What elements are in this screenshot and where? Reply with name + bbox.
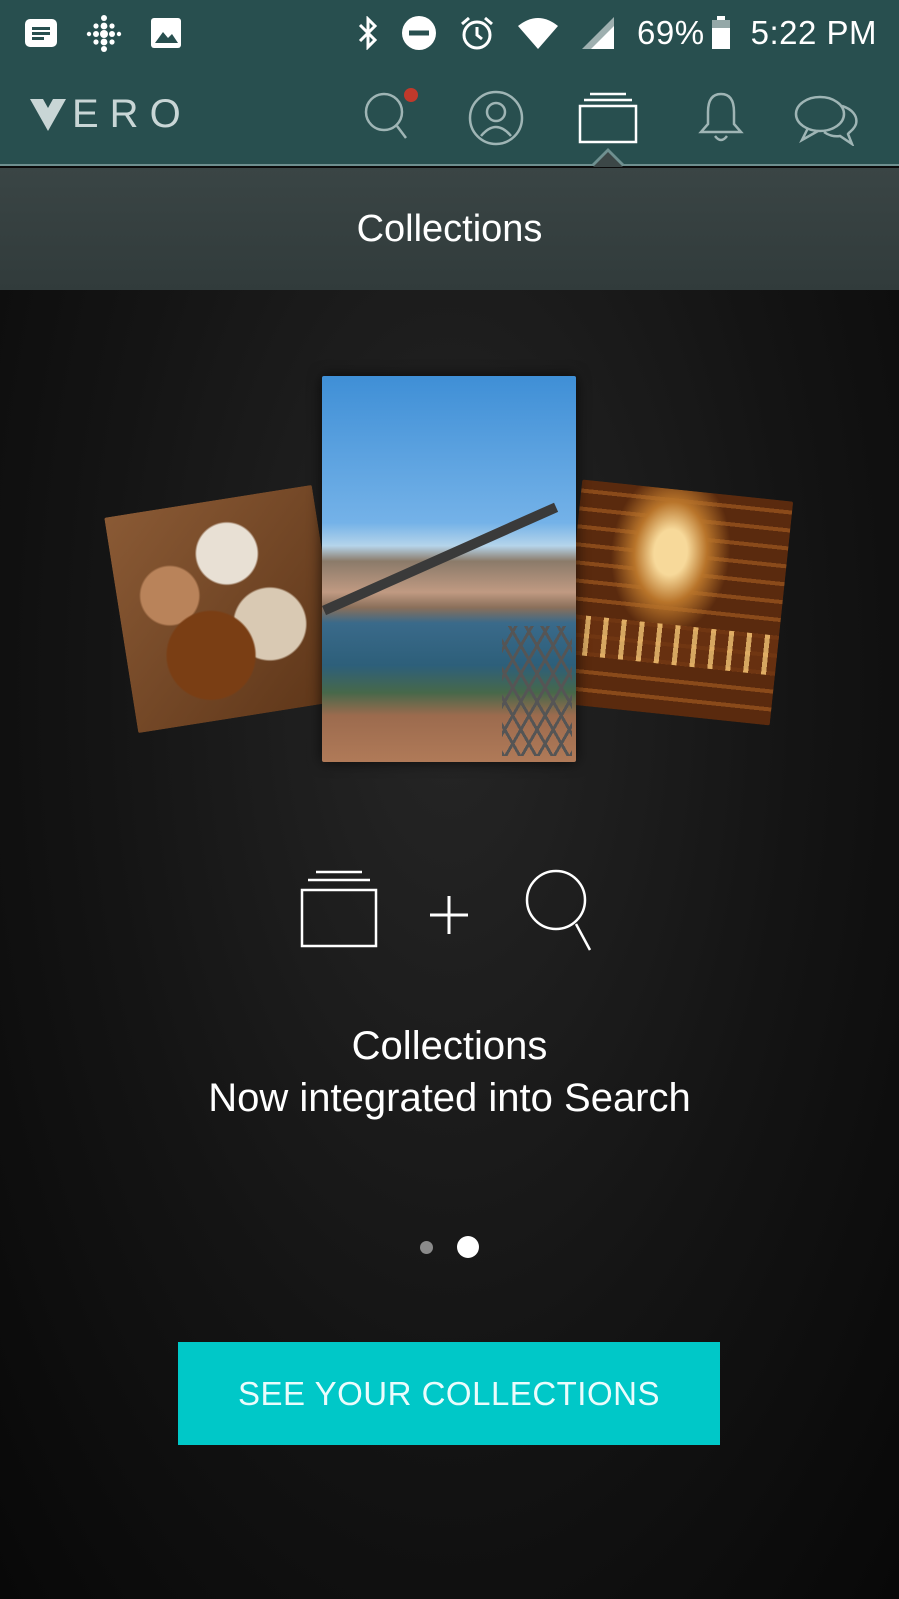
wifi-icon [518, 18, 559, 49]
battery-icon [711, 16, 730, 49]
status-bar: 69% 5:22 PM [0, 0, 899, 66]
status-left-icons [24, 14, 208, 52]
page-indicator [0, 1236, 899, 1258]
signal-icon [582, 17, 615, 49]
feature-icons [0, 868, 899, 958]
collections-large-icon [300, 870, 378, 948]
logo-v-icon [30, 98, 66, 131]
nav-tab-search[interactable] [364, 88, 418, 147]
nav-tab-notifications[interactable] [698, 90, 744, 149]
status-right-icons: 69% 5:22 PM [335, 14, 877, 52]
news-icon [25, 19, 57, 47]
page-title: Collections [356, 207, 543, 250]
nav-tab-chat[interactable] [794, 94, 860, 151]
active-tab-indicator-fill [593, 152, 623, 167]
plus-icon [430, 896, 468, 934]
image-icon [151, 18, 181, 48]
fitbit-icon [86, 15, 122, 52]
nav-bar: ERO [0, 66, 899, 166]
caption-title: Collections [351, 1024, 548, 1068]
alarm-icon [461, 16, 494, 50]
photo-detail-bridge [322, 502, 559, 616]
search-large-icon [525, 869, 592, 951]
profile-icon [468, 90, 524, 146]
vero-logo: ERO [30, 92, 192, 137]
notification-dot [404, 88, 418, 102]
photo-card-theater [558, 479, 794, 726]
see-your-collections-button[interactable]: SEE YOUR COLLECTIONS [178, 1342, 720, 1445]
battery-percent: 69% [637, 14, 705, 51]
bluetooth-icon [358, 16, 378, 50]
chat-icon [794, 95, 858, 148]
photo-card-pastries [104, 484, 346, 734]
collections-icon [578, 92, 638, 144]
notifications-icon [698, 92, 744, 142]
page-dot-2-active[interactable] [457, 1236, 479, 1258]
caption-subtitle: Now integrated into Search [208, 1076, 691, 1120]
clock: 5:22 PM [750, 14, 877, 51]
photo-detail-tower [502, 626, 572, 756]
logo-text: ERO [72, 92, 192, 136]
page-dot-1[interactable] [420, 1240, 433, 1254]
onboarding-caption: Collections Now integrated into Search [0, 1020, 899, 1124]
page-header: Collections [0, 168, 899, 290]
photo-card-city [322, 376, 576, 762]
do-not-disturb-icon [402, 16, 437, 50]
nav-tab-profile[interactable] [468, 90, 524, 151]
nav-tab-collections[interactable] [578, 92, 638, 149]
